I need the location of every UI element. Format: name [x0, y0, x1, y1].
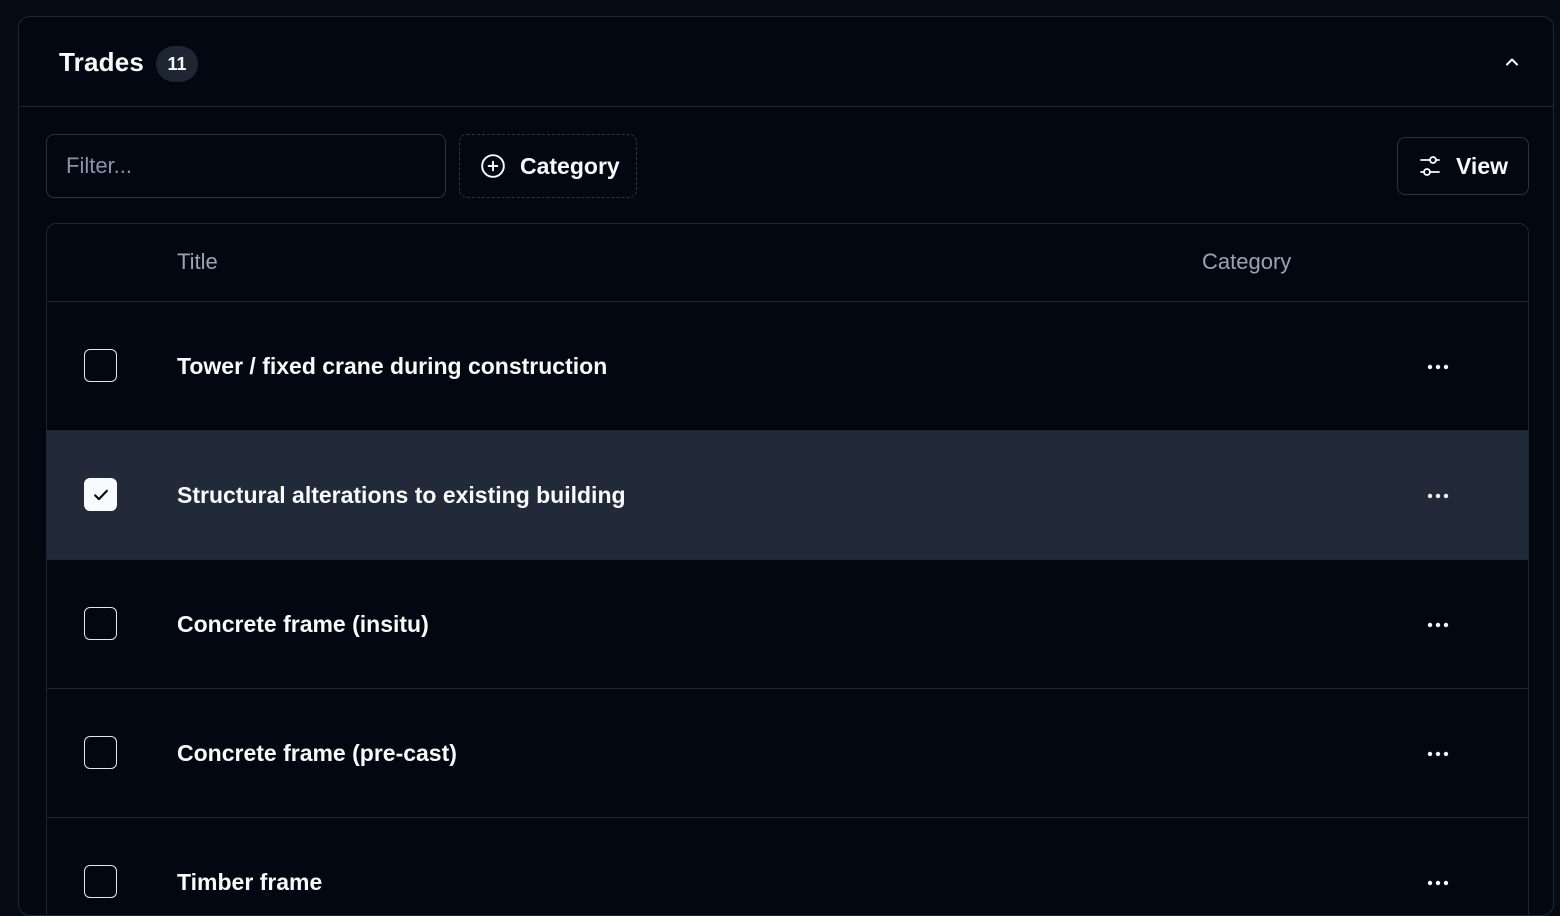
table-row[interactable]: Structural alterations to existing build… [47, 431, 1528, 560]
plus-circle-icon [481, 154, 505, 178]
table-row[interactable]: Timber frame [47, 818, 1528, 915]
more-horizontal-icon [1427, 880, 1449, 886]
table-row[interactable]: Concrete frame (pre-cast) [47, 689, 1528, 818]
view-label: View [1456, 152, 1508, 179]
row-checkbox[interactable] [84, 607, 117, 640]
more-horizontal-icon [1427, 751, 1449, 757]
table-row[interactable]: Concrete frame (insitu) [47, 560, 1528, 689]
check-icon [93, 489, 108, 500]
collapse-button[interactable] [1499, 49, 1525, 75]
view-button[interactable]: View [1397, 137, 1529, 195]
row-title: Timber frame [177, 869, 323, 895]
column-header-title[interactable]: Title [177, 249, 218, 275]
category-filter-button[interactable]: Category [459, 134, 637, 198]
row-actions-button[interactable] [1421, 866, 1455, 900]
row-actions-button[interactable] [1421, 479, 1455, 513]
row-title: Tower / fixed crane during construction [177, 353, 608, 379]
chevron-up-icon [1506, 58, 1518, 66]
sliders-icon [1420, 156, 1440, 176]
row-actions-button[interactable] [1421, 608, 1455, 642]
trades-table: Title Category Tower / fixed crane durin… [46, 223, 1529, 915]
row-title: Concrete frame (pre-cast) [177, 740, 457, 766]
row-checkbox[interactable] [84, 349, 117, 382]
row-title: Structural alterations to existing build… [177, 482, 626, 508]
column-header-category[interactable]: Category [1202, 249, 1291, 275]
category-filter-label: Category [520, 152, 620, 179]
filter-input[interactable] [46, 134, 446, 198]
row-actions-button[interactable] [1421, 350, 1455, 384]
row-checkbox[interactable] [84, 478, 117, 511]
row-checkbox[interactable] [84, 736, 117, 769]
more-horizontal-icon [1427, 364, 1449, 370]
row-checkbox[interactable] [84, 865, 117, 898]
more-horizontal-icon [1427, 493, 1449, 499]
row-actions-button[interactable] [1421, 737, 1455, 771]
table-header: Title Category [47, 224, 1528, 302]
card-header: Trades 11 [19, 17, 1553, 107]
table-body: Tower / fixed crane during construction … [47, 302, 1528, 915]
trades-card: Trades 11 Category View Title Category T… [18, 16, 1554, 916]
table-row[interactable]: Tower / fixed crane during construction [47, 302, 1528, 431]
card-title: Trades [59, 47, 145, 77]
row-title: Concrete frame (insitu) [177, 611, 429, 637]
more-horizontal-icon [1427, 622, 1449, 628]
count-badge: 11 [156, 46, 198, 82]
